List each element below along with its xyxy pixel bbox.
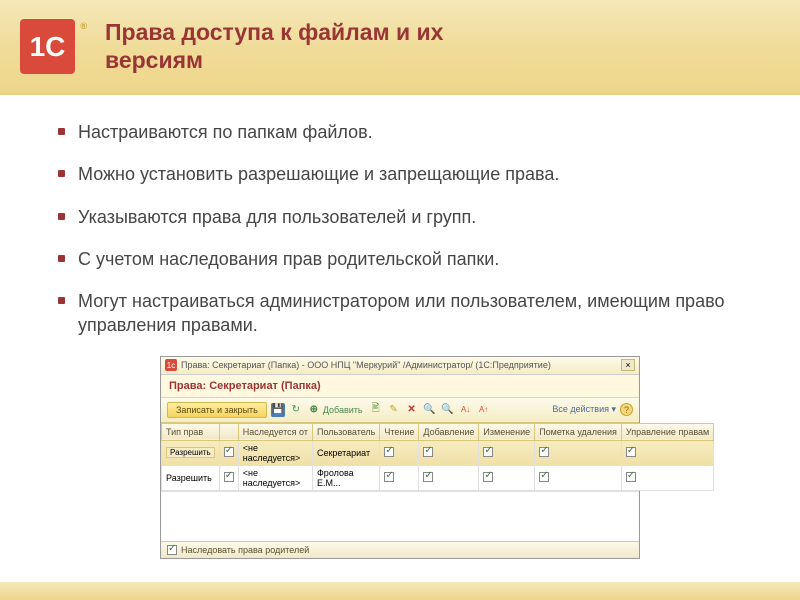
col-read[interactable]: Чтение: [380, 423, 419, 440]
permissions-table: Тип прав Наследуется от Пользователь Чте…: [161, 423, 714, 491]
window-footer: Наследовать права родителей: [161, 541, 639, 558]
bullet-item: Настраиваются по папкам файлов.: [50, 120, 750, 144]
bullet-item: Можно установить разрешающие и запрещающ…: [50, 162, 750, 186]
delete-icon[interactable]: ✕: [405, 403, 419, 417]
slide-footer-bar: [0, 582, 800, 600]
add-icon[interactable]: ⊕: [307, 403, 321, 417]
bullet-item: Указываются права для пользователей и гр…: [50, 205, 750, 229]
logo-1c: 1C ®: [20, 19, 75, 74]
checkbox[interactable]: [539, 447, 549, 457]
window-subtitle: Права: Секретариат (Папка): [161, 375, 639, 398]
checkbox[interactable]: [423, 472, 433, 482]
app-window: 1c Права: Секретариат (Папка) - ООО НПЦ …: [160, 356, 640, 559]
checkbox[interactable]: [626, 447, 636, 457]
col-del[interactable]: Пометка удаления: [535, 423, 622, 440]
bullet-list: Настраиваются по папкам файлов. Можно ус…: [50, 120, 750, 338]
col-edit[interactable]: Изменение: [479, 423, 535, 440]
checkbox[interactable]: [423, 447, 433, 457]
close-button[interactable]: ×: [621, 359, 635, 371]
copy-icon[interactable]: 🖹: [369, 403, 383, 417]
help-icon[interactable]: ?: [620, 403, 633, 416]
app-icon: 1c: [165, 359, 177, 371]
edit-icon[interactable]: ✎: [387, 403, 401, 417]
search-icon[interactable]: 🔍: [423, 403, 437, 417]
col-inherit-chk[interactable]: [219, 423, 238, 440]
inherit-parent-label: Наследовать права родителей: [181, 545, 309, 555]
refresh-icon[interactable]: ↻: [289, 403, 303, 417]
col-type[interactable]: Тип прав: [162, 423, 220, 440]
checkbox[interactable]: [384, 472, 394, 482]
all-actions-button[interactable]: Все действия ▾: [552, 404, 616, 415]
checkbox[interactable]: [483, 472, 493, 482]
checkbox[interactable]: [224, 447, 234, 457]
sort-desc-icon[interactable]: A↑: [477, 403, 491, 417]
checkbox[interactable]: [384, 447, 394, 457]
slide-content: Настраиваются по папкам файлов. Можно ус…: [0, 95, 800, 559]
toolbar: Записать и закрыть 💾 ↻ ⊕ Добавить 🖹 ✎ ✕ …: [161, 398, 639, 423]
sort-asc-icon[interactable]: A↓: [459, 403, 473, 417]
col-inherit-from[interactable]: Наследуется от: [238, 423, 312, 440]
bullet-item: Могут настраиваться администратором или …: [50, 289, 750, 338]
slide-header: 1C ® Права доступа к файлам и их версиям: [0, 0, 800, 95]
add-button[interactable]: Добавить: [323, 405, 363, 415]
table-row[interactable]: Разрешить<не наследуется>Фролова Е.М...: [162, 465, 714, 490]
type-tag: Разрешить: [166, 447, 215, 458]
table-empty-area: [161, 491, 639, 541]
logo-registered: ®: [80, 21, 87, 31]
col-add[interactable]: Добавление: [419, 423, 479, 440]
logo-text: 1C: [30, 31, 66, 63]
save-icon[interactable]: 💾: [271, 403, 285, 417]
titlebar-text: Права: Секретариат (Папка) - ООО НПЦ "Ме…: [181, 360, 621, 370]
slide-title: Права доступа к файлам и их версиям: [105, 19, 465, 74]
table-header-row: Тип прав Наследуется от Пользователь Чте…: [162, 423, 714, 440]
checkbox[interactable]: [626, 472, 636, 482]
table-row[interactable]: Разрешить<не наследуется>Секретариат: [162, 440, 714, 465]
inherit-parent-checkbox[interactable]: [167, 545, 177, 555]
col-manage[interactable]: Управление правам: [621, 423, 713, 440]
search-clear-icon[interactable]: 🔍: [441, 403, 455, 417]
checkbox[interactable]: [224, 472, 234, 482]
checkbox[interactable]: [539, 472, 549, 482]
save-close-button[interactable]: Записать и закрыть: [167, 402, 267, 418]
col-user[interactable]: Пользователь: [312, 423, 379, 440]
checkbox[interactable]: [483, 447, 493, 457]
bullet-item: С учетом наследования прав родительской …: [50, 247, 750, 271]
window-titlebar: 1c Права: Секретариат (Папка) - ООО НПЦ …: [161, 357, 639, 375]
